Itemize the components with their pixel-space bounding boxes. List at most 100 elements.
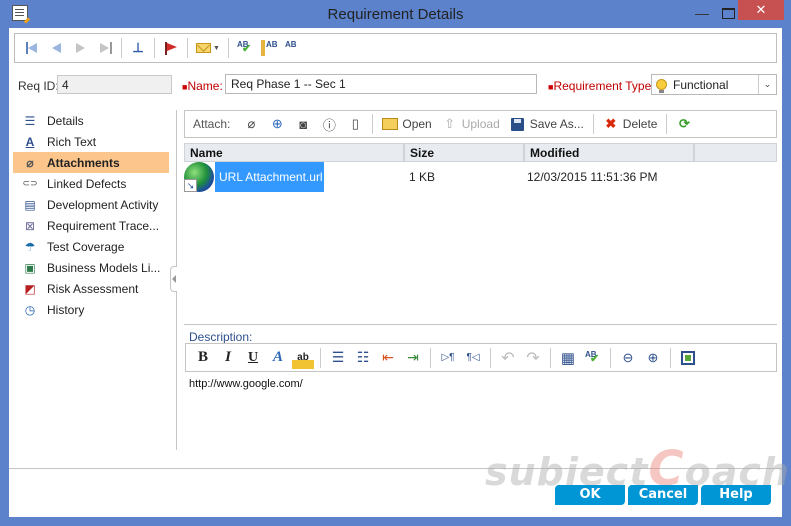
help-button[interactable]: Help: [701, 485, 771, 505]
delete-button[interactable]: ✖ Delete: [598, 113, 663, 135]
sidebar-item-history[interactable]: ◷ History: [13, 299, 169, 320]
description-editor[interactable]: http://www.google.com/: [189, 378, 303, 390]
rich-text-toolbar: B I U A ab ☰ ☷ ⇤ ⇥ ▷¶ ¶◁ ↶ ↷ ▦ AB ✔ ⊖ ⊕: [185, 343, 777, 372]
requirement-type-value: Functional: [673, 77, 729, 92]
toolbar-separator: [666, 114, 668, 134]
folder-open-icon: [382, 118, 399, 130]
increase-indent-button[interactable]: ⇥: [402, 347, 424, 369]
flag-button[interactable]: [159, 37, 183, 59]
first-record-button[interactable]: [21, 37, 45, 59]
spell-check-button[interactable]: AB ✔: [233, 37, 257, 59]
left-to-right-button[interactable]: ▷¶: [437, 347, 459, 369]
toolbar-separator: [592, 114, 594, 134]
spelling-options-button[interactable]: AB: [281, 37, 305, 59]
toolbar-separator: [490, 347, 491, 368]
underline-button[interactable]: U: [242, 347, 264, 369]
zoom-out-button[interactable]: ⊖: [617, 347, 639, 369]
attach-url-button[interactable]: ⊕: [264, 113, 290, 135]
column-header-filler: [695, 144, 776, 161]
sidebar-item-test-coverage[interactable]: ☂ Test Coverage: [13, 236, 169, 257]
divider: [184, 324, 777, 325]
info-icon: ⓘ: [322, 117, 336, 133]
description-label: Description:: [189, 330, 253, 344]
bullets-button[interactable]: ☰: [327, 347, 349, 369]
camera-icon: ◙: [299, 116, 308, 132]
pin-icon: ⊥: [132, 40, 144, 55]
sidebar-item-linked-defects[interactable]: ⊂⊃ Linked Defects: [13, 173, 169, 194]
ok-button[interactable]: OK: [555, 485, 625, 505]
column-header-modified[interactable]: Modified: [525, 144, 695, 161]
zoom-in-button[interactable]: ⊕: [642, 347, 664, 369]
cancel-button[interactable]: Cancel: [628, 485, 698, 505]
upload-button[interactable]: ⇧ Upload: [437, 113, 505, 135]
thesaurus-button[interactable]: AB: [257, 37, 281, 59]
sidebar-item-attachments[interactable]: ⌀ Attachments: [13, 152, 169, 173]
collapse-sidebar-handle[interactable]: [170, 266, 177, 292]
attach-file-button[interactable]: ⌀: [238, 113, 264, 135]
chevron-down-icon[interactable]: ⌄: [758, 75, 776, 94]
redo-button[interactable]: ↷: [522, 347, 544, 369]
next-record-button[interactable]: [69, 37, 93, 59]
decrease-indent-button[interactable]: ⇤: [377, 347, 399, 369]
column-header-size[interactable]: Size: [405, 144, 525, 161]
minimize-button[interactable]: —: [690, 5, 714, 23]
undo-button[interactable]: ↶: [497, 347, 519, 369]
attach-clipboard-button[interactable]: ▯: [342, 113, 368, 135]
clipboard-icon: ▯: [351, 116, 359, 131]
name-input[interactable]: Req Phase 1 -- Sec 1: [225, 74, 537, 94]
attach-system-info-button[interactable]: ⓘ: [316, 113, 342, 135]
spell-check-icon: AB ✔: [585, 349, 600, 365]
pin-button[interactable]: ⊥: [126, 37, 150, 59]
sidebar-item-risk-assessment[interactable]: ◩ Risk Assessment: [13, 278, 169, 299]
window-title: Requirement Details: [327, 6, 464, 23]
sidebar-item-development-activity[interactable]: ▤ Development Activity: [13, 194, 169, 215]
maximize-button[interactable]: [716, 5, 740, 23]
first-icon: [26, 42, 40, 54]
requirement-type-select[interactable]: Functional ⌄: [651, 74, 777, 95]
thesaurus-icon: AB: [261, 40, 278, 56]
main-toolbar: ⊥ ▼ AB ✔ AB AB: [14, 33, 777, 63]
dropdown-arrow-icon: ▼: [213, 44, 220, 52]
sidebar-item-business-models[interactable]: ▣ Business Models Li...: [13, 257, 169, 278]
last-record-button[interactable]: [93, 37, 117, 59]
insert-table-button[interactable]: ▦: [557, 347, 579, 369]
bold-button[interactable]: B: [192, 347, 214, 369]
trace-icon: ⊠: [24, 218, 36, 233]
open-button[interactable]: Open: [377, 113, 436, 135]
history-icon: ◷: [24, 302, 36, 317]
italic-button[interactable]: I: [217, 347, 239, 369]
send-email-button[interactable]: ▼: [192, 37, 224, 59]
previous-record-button[interactable]: [45, 37, 69, 59]
toolbar-separator: [187, 38, 188, 58]
sidebar-item-requirement-traceability[interactable]: ⊠ Requirement Trace...: [13, 215, 169, 236]
save-as-button[interactable]: Save As...: [505, 113, 589, 135]
spell-check-button[interactable]: AB ✔: [582, 347, 604, 369]
toolbar-separator: [430, 347, 431, 368]
font-color-button[interactable]: A: [267, 347, 289, 369]
next-icon: [74, 42, 88, 54]
close-button[interactable]: ✕: [738, 0, 784, 20]
req-id-label: Req ID:: [18, 79, 59, 93]
paperclip-icon: ⌀: [26, 155, 34, 170]
numbering-button[interactable]: ☷: [352, 347, 374, 369]
link-icon: ⊂⊃: [22, 178, 38, 188]
toolbar-separator: [550, 347, 551, 368]
url-link-icon: ⊕: [271, 116, 283, 131]
refresh-button[interactable]: ⟳: [671, 113, 697, 135]
table-row[interactable]: URL Attachment.url 1 KB 12/03/2015 11:51…: [184, 162, 777, 192]
refresh-icon: ⟳: [679, 116, 690, 131]
sidebar-item-details[interactable]: ☰ Details: [13, 110, 169, 131]
column-header-name[interactable]: Name: [185, 144, 405, 161]
previous-icon: [50, 42, 64, 54]
toolbar-separator: [670, 347, 671, 368]
rich-text-icon: A: [25, 134, 35, 149]
sidebar-item-rich-text[interactable]: A Rich Text: [13, 131, 169, 152]
spell-check-icon: AB ✔: [237, 40, 252, 55]
attachment-name[interactable]: URL Attachment.url: [215, 162, 324, 192]
mail-icon: [196, 43, 212, 53]
highlight-button[interactable]: ab: [292, 346, 314, 369]
attach-snapshot-button[interactable]: ◙: [290, 113, 316, 135]
sidebar: ☰ Details A Rich Text ⌀ Attachments ⊂⊃ Linke…: [13, 110, 169, 320]
right-to-left-button[interactable]: ¶◁: [462, 347, 484, 369]
fit-to-window-button[interactable]: [681, 350, 695, 365]
